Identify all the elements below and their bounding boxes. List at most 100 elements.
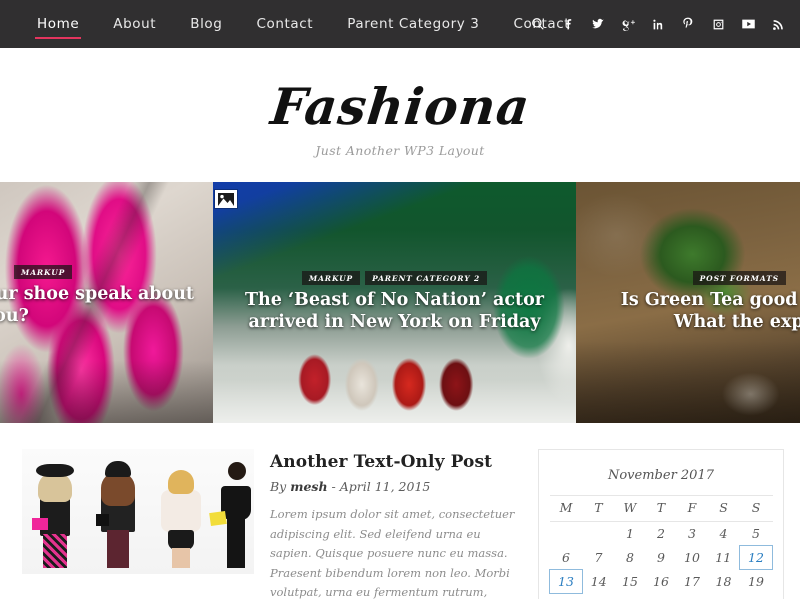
calendar-body: 1 2 3 4 5 6 7 8 9 10 11 12 13 14 15 16 1… [549, 522, 774, 599]
calendar-day: 17 [684, 574, 700, 589]
sidebar: November 2017 M T W T F S S 1 2 3 4 5 6 … [522, 449, 784, 599]
nav-item-parent-category-3[interactable]: Parent Category 3 [330, 0, 496, 48]
category-tag[interactable]: POST FORMATS [692, 271, 786, 285]
calendar-day: 23 [645, 594, 676, 599]
calendar-day: 6 [562, 549, 570, 565]
calendar-day: 19 [748, 574, 764, 590]
category-tag[interactable]: MARKUP [301, 271, 361, 285]
slide-1-caption: MARKUP our shoe speak about you? [0, 265, 213, 423]
image-format-icon[interactable] [215, 190, 237, 208]
nav-item-contact[interactable]: Contact [239, 0, 330, 48]
calendar-head: M T W T F S S [549, 495, 773, 522]
weekday-header: S [707, 495, 740, 522]
calendar-day: 9 [657, 550, 665, 565]
calendar-day: 8 [625, 550, 634, 565]
calendar-day: 3 [688, 526, 696, 542]
meta-separator: - [327, 479, 340, 494]
nav-label: Contact [256, 16, 314, 32]
calendar-week-row: 20 21 22 23 24 25 26 [550, 594, 773, 599]
calendar-day: 21 [582, 594, 614, 599]
main-column: Another Text-Only Post By mesh - April 1… [14, 449, 522, 599]
calendar-day: 2 [657, 526, 665, 542]
calendar-day: 22 [614, 594, 645, 599]
calendar-day: 20 [550, 594, 583, 599]
weekday-header: F [676, 495, 708, 522]
post-title[interactable]: Another Text-Only Post [270, 451, 522, 473]
calendar-weekday-row: M T W T F S S [549, 495, 773, 522]
thumbnail-figure [32, 460, 76, 568]
calendar-week-row: 1 2 3 4 5 [550, 522, 773, 546]
slide-2-categories: MARKUP PARENT CATEGORY 2 [227, 271, 562, 285]
slide-3[interactable]: POST FORMATS Is Green Tea good for What … [576, 182, 800, 423]
post-body: Another Text-Only Post By mesh - April 1… [270, 449, 522, 599]
calendar-day: 11 [715, 550, 732, 565]
rss-icon[interactable] [770, 16, 786, 32]
post-meta: By mesh - April 11, 2015 [270, 479, 522, 494]
linkedin-icon[interactable] [650, 16, 666, 32]
calendar-day: 4 [719, 526, 728, 542]
slide-1-categories: MARKUP [14, 265, 199, 279]
nav-label: About [113, 16, 157, 32]
weekday-header: S [739, 495, 773, 522]
category-tag[interactable]: PARENT CATEGORY 2 [365, 271, 488, 285]
calendar-day: 10 [684, 550, 700, 565]
calendar-day [550, 522, 583, 546]
top-navigation-bar: Home About Blog Contact Parent Category … [0, 0, 800, 48]
calendar-day: 26 [739, 594, 772, 599]
pinterest-icon[interactable] [680, 16, 696, 32]
nav-item-home[interactable]: Home [20, 0, 96, 48]
slide-1[interactable]: MARKUP our shoe speak about you? [0, 182, 213, 423]
meta-prefix: By [270, 479, 291, 494]
calendar-day: 1 [625, 526, 634, 542]
calendar-day-highlighted[interactable]: 13 [549, 569, 583, 594]
social-icon-bar [530, 0, 786, 48]
slide-2[interactable]: MARKUP PARENT CATEGORY 2 The ‘Beast of N… [213, 182, 576, 423]
calendar-day-highlighted[interactable]: 12 [738, 545, 774, 570]
slide-2-caption: MARKUP PARENT CATEGORY 2 The ‘Beast of N… [213, 271, 576, 423]
thumbnail-figure [158, 464, 204, 568]
site-tagline: Just Another WP3 Layout [315, 142, 485, 158]
calendar-day [582, 522, 614, 546]
youtube-icon[interactable] [740, 16, 756, 32]
category-tag[interactable]: MARKUP [14, 265, 73, 279]
slide-2-title[interactable]: The ‘Beast of No Nation’ actor arrived i… [227, 289, 562, 333]
calendar-table: M T W T F S S 1 2 3 4 5 6 7 8 9 10 11 12… [549, 495, 774, 599]
nav-label: Parent Category 3 [347, 16, 480, 32]
calendar-day: 15 [622, 574, 638, 589]
nav-label: Blog [190, 16, 223, 32]
calendar-day: 5 [752, 526, 760, 541]
slide-3-caption: POST FORMATS Is Green Tea good for What … [576, 271, 800, 423]
calendar-week-row: 13 14 15 16 17 18 19 [549, 569, 773, 594]
weekday-header: T [645, 495, 677, 522]
calendar-day: 25 [708, 594, 740, 599]
weekday-header: M [549, 495, 583, 522]
calendar-widget: November 2017 M T W T F S S 1 2 3 4 5 6 … [538, 449, 784, 599]
calendar-week-row: 6 7 8 9 10 11 12 [550, 545, 774, 570]
featured-slider: MARKUP our shoe speak about you? MARKUP … [0, 182, 800, 423]
calendar-day: 16 [653, 574, 669, 589]
weekday-header: W [614, 495, 646, 522]
post-author[interactable]: mesh [290, 479, 327, 494]
search-icon[interactable] [530, 16, 546, 32]
content-area: Another Text-Only Post By mesh - April 1… [0, 423, 800, 599]
weekday-header: T [582, 495, 615, 522]
post-thumbnail[interactable] [22, 449, 254, 574]
post-excerpt: Lorem ipsum dolor sit amet, consectetuer… [270, 507, 515, 599]
slide-3-title[interactable]: Is Green Tea good for What the expert [590, 289, 800, 333]
calendar-caption: November 2017 [607, 468, 714, 483]
site-branding: Fashiona Just Another WP3 Layout [0, 48, 800, 182]
google-plus-icon[interactable] [620, 16, 636, 32]
slide-1-title[interactable]: our shoe speak about you? [0, 283, 199, 327]
nav-label: Home [37, 16, 80, 32]
calendar-day: 14 [590, 574, 607, 589]
nav-item-blog[interactable]: Blog [173, 0, 239, 48]
instagram-icon[interactable] [710, 16, 726, 32]
nav-item-about[interactable]: About [96, 0, 173, 48]
primary-nav-menu: Home About Blog Contact Parent Category … [0, 0, 587, 48]
site-title[interactable]: Fashiona [268, 77, 533, 136]
facebook-icon[interactable] [560, 16, 576, 32]
thumbnail-figure [209, 456, 254, 568]
slide-3-categories: POST FORMATS [590, 271, 786, 285]
thumbnail-figure [96, 458, 140, 568]
twitter-icon[interactable] [590, 16, 606, 32]
